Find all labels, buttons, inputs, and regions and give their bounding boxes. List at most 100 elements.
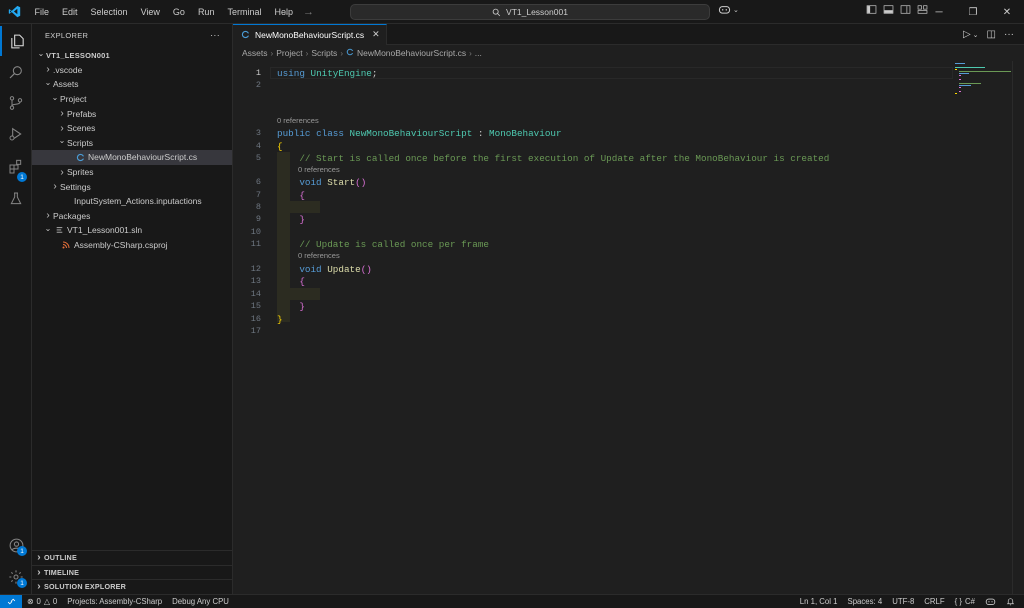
toggle-panel-icon[interactable]: [883, 4, 894, 15]
tree-item[interactable]: Assembly-CSharp.csproj: [32, 238, 232, 253]
tree-item-label: Sprites: [67, 167, 94, 178]
code-token: using: [277, 67, 311, 79]
toggle-secondary-sidebar-icon[interactable]: [900, 4, 911, 15]
explorer-activity[interactable]: [0, 26, 32, 56]
command-center-search[interactable]: VT1_Lesson001: [350, 4, 710, 20]
problems-indicator[interactable]: ⊗ 0 △ 0: [22, 597, 62, 606]
extensions-activity[interactable]: 1: [0, 152, 32, 182]
tree-item[interactable]: › .vscode: [32, 63, 232, 78]
encoding[interactable]: UTF-8: [887, 597, 919, 606]
indentation[interactable]: Spaces: 4: [843, 597, 888, 606]
tab-label: NewMonoBehaviourScript.cs: [255, 29, 365, 40]
status-bar-right: Ln 1, Col 1 Spaces: 4 UTF-8 CRLF { } C#: [795, 595, 1020, 608]
rss-icon: [60, 241, 72, 249]
code-text: // Start is called once before the first…: [277, 153, 829, 164]
code-line: 12 void Update(): [233, 263, 953, 275]
tree-item[interactable]: InputSystem_Actions.inputactions: [32, 194, 232, 209]
chevron-down-icon[interactable]: ⌄: [973, 31, 979, 39]
copilot-status[interactable]: [980, 597, 1001, 606]
breadcrumb-item[interactable]: Project: [276, 48, 302, 58]
codelens-references[interactable]: 0 references: [298, 251, 340, 260]
code-line: 15 }: [233, 300, 953, 312]
minimap[interactable]: [951, 61, 1011, 101]
editor-tab[interactable]: NewMonoBehaviourScript.cs ✕: [233, 23, 387, 45]
cursor-position[interactable]: Ln 1, Col 1: [795, 597, 843, 606]
restore-button[interactable]: ❐: [956, 0, 990, 24]
menu-run[interactable]: Run: [191, 0, 221, 24]
tree-item[interactable]: › Scenes: [32, 121, 232, 136]
section-solution-explorer[interactable]: › SOLUTION EXPLORER: [32, 579, 232, 594]
run-icon[interactable]: ▷: [963, 29, 971, 40]
files-icon: [10, 34, 24, 48]
tree-item[interactable]: ⌄ VT1_LESSON001: [32, 48, 232, 63]
chevron-right-icon: ›: [46, 210, 50, 222]
code-text: void Start(): [277, 177, 366, 188]
line-number: 6: [255, 177, 261, 188]
code-line: 7 {: [233, 189, 953, 201]
breadcrumb-item[interactable]: ...: [475, 48, 482, 58]
toggle-primary-sidebar-icon[interactable]: [866, 4, 877, 15]
tree-item[interactable]: › Prefabs: [32, 106, 232, 121]
code-line: 11 // Update is called once per frame: [233, 238, 953, 250]
testing-activity[interactable]: [0, 184, 32, 214]
menu-edit[interactable]: Edit: [56, 0, 85, 24]
close-window-button[interactable]: ✕: [990, 0, 1024, 24]
line-number: 2: [255, 80, 261, 91]
breadcrumb-item[interactable]: NewMonoBehaviourScript.cs: [357, 48, 466, 58]
tree-item-label: Scripts: [67, 137, 93, 148]
line-number: 3: [255, 128, 261, 139]
forward-arrow-icon[interactable]: →: [303, 6, 314, 18]
section-outline[interactable]: › OUTLINE: [32, 550, 232, 565]
notifications[interactable]: [1001, 597, 1020, 606]
vertical-scrollbar[interactable]: [1012, 61, 1024, 594]
language-mode[interactable]: { } C#: [950, 597, 980, 606]
accounts-activity[interactable]: 1: [0, 530, 32, 560]
back-arrow-icon[interactable]: ←: [282, 6, 293, 18]
codelens-references[interactable]: 0 references: [277, 116, 319, 125]
code-line: 3 public class NewMonoBehaviourScript : M…: [233, 127, 953, 139]
line-number: 12: [250, 264, 261, 275]
codelens-references[interactable]: 0 references: [298, 165, 340, 174]
project-indicator[interactable]: Projects: Assembly-CSharp: [62, 597, 167, 606]
run-debug-activity[interactable]: [0, 119, 32, 149]
more-actions-icon[interactable]: ···: [1004, 29, 1014, 40]
menu-file[interactable]: File: [28, 0, 56, 24]
line-number: 5: [255, 153, 261, 164]
tree-item[interactable]: NewMonoBehaviourScript.cs: [32, 150, 232, 165]
chevron-right-icon: ›: [53, 181, 57, 193]
manage-activity[interactable]: 1: [0, 562, 32, 592]
source-control-activity[interactable]: [0, 88, 32, 118]
tree-item[interactable]: ⌄ VT1_Lesson001.sln: [32, 223, 232, 238]
line-ending[interactable]: CRLF: [919, 597, 949, 606]
breadcrumb-item[interactable]: Scripts: [311, 48, 337, 58]
tree-item[interactable]: ⌄ Assets: [32, 77, 232, 92]
tree-item[interactable]: › Settings: [32, 179, 232, 194]
close-tab-icon[interactable]: ✕: [372, 29, 380, 40]
menu-go[interactable]: Go: [166, 0, 191, 24]
more-actions-icon[interactable]: ···: [210, 30, 220, 40]
layout-controls: [866, 4, 928, 15]
tree-item-label: Scenes: [67, 123, 96, 134]
breadcrumb-separator-icon: ›: [305, 48, 309, 58]
tree-item[interactable]: › Packages: [32, 209, 232, 224]
minimize-button[interactable]: ─: [922, 0, 956, 24]
split-editor-icon[interactable]: ◫: [987, 29, 996, 40]
explorer-title: EXPLORER: [45, 30, 89, 40]
tree-item[interactable]: ⌄ Project: [32, 92, 232, 107]
code-text: {: [277, 190, 305, 201]
copilot-icon: [718, 6, 731, 14]
line-number: 15: [250, 301, 261, 312]
copilot-button[interactable]: ⌄: [718, 4, 739, 15]
line-number: 1: [255, 68, 261, 79]
debug-config[interactable]: Debug Any CPU: [167, 597, 234, 606]
tree-item[interactable]: › Sprites: [32, 165, 232, 180]
tree-item[interactable]: ⌄ Scripts: [32, 136, 232, 151]
breadcrumb-item[interactable]: Assets: [242, 48, 268, 58]
menu-terminal[interactable]: Terminal: [221, 0, 268, 24]
section-timeline[interactable]: › TIMELINE: [32, 564, 232, 580]
menu-view[interactable]: View: [134, 0, 166, 24]
remote-indicator[interactable]: [0, 594, 22, 608]
code-editor[interactable]: 1 using UnityEngine; 2 0 references 3 public …: [233, 61, 953, 594]
menu-selection[interactable]: Selection: [84, 0, 134, 24]
search-activity[interactable]: [0, 57, 32, 87]
